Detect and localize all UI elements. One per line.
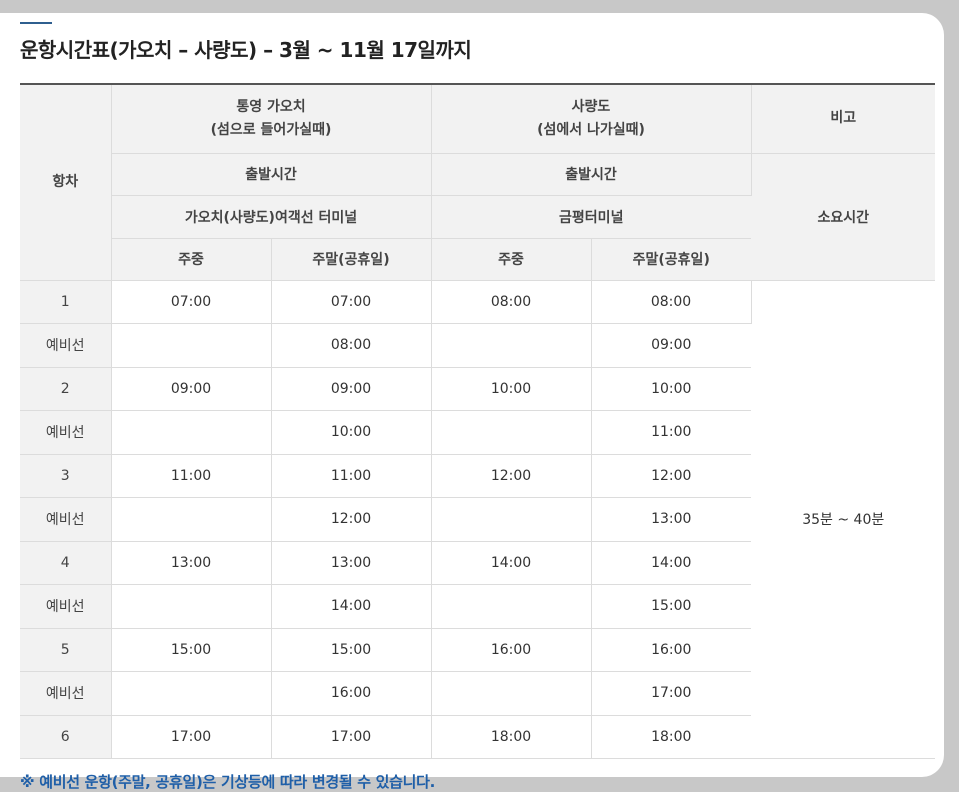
trip-cell: 예비선 — [20, 323, 112, 368]
trip-cell: 3 — [20, 454, 112, 498]
header-origin: 통영 가오치 (섬으로 들어가실때) — [111, 83, 432, 154]
dest-weekend-cell: 11:00 — [591, 410, 751, 455]
header-weekend-left: 주말(공휴일) — [271, 238, 432, 281]
dest-weekend-cell: 17:00 — [591, 671, 751, 716]
origin-weekday-cell — [111, 584, 272, 629]
trip-cell: 5 — [20, 628, 112, 672]
dest-weekday-cell: 10:00 — [431, 367, 592, 411]
content-card: 운항시간표(가오치 – 사량도) – 3월 ~ 11월 17일까지 항차 통영 … — [0, 13, 944, 791]
trip-cell: 4 — [20, 541, 112, 585]
trip-cell: 1 — [20, 280, 112, 324]
origin-weekend-cell: 12:00 — [271, 497, 432, 542]
origin-weekday-cell: 11:00 — [111, 454, 272, 498]
dest-weekend-cell: 08:00 — [591, 280, 752, 324]
dest-weekday-cell: 14:00 — [431, 541, 592, 585]
footnote: ※ 예비선 운항(주말, 공휴일)은 기상등에 따라 변경될 수 있습니다. — [20, 773, 436, 791]
title-accent-line — [20, 22, 52, 24]
dest-weekday-cell — [431, 323, 592, 368]
duration-value-cell: 35분 ~ 40분 — [751, 280, 935, 759]
dest-weekend-cell: 15:00 — [591, 584, 751, 629]
dest-weekday-cell — [431, 410, 592, 455]
origin-weekday-cell — [111, 671, 272, 716]
dest-weekend-cell: 13:00 — [591, 497, 751, 542]
header-remarks: 비고 — [751, 83, 935, 154]
origin-weekday-cell: 17:00 — [111, 715, 272, 759]
dest-weekend-cell: 10:00 — [591, 367, 751, 411]
origin-weekend-cell: 16:00 — [271, 671, 432, 716]
dest-weekday-cell: 08:00 — [431, 280, 592, 324]
trip-cell: 예비선 — [20, 584, 112, 629]
header-dest-sub: (섬에서 나가실때) — [537, 121, 645, 138]
origin-weekday-cell: 09:00 — [111, 367, 272, 411]
trip-cell: 6 — [20, 715, 112, 759]
origin-weekday-cell: 15:00 — [111, 628, 272, 672]
trip-cell: 예비선 — [20, 410, 112, 455]
ferry-schedule-table: 항차 통영 가오치 (섬으로 들어가실때) 사량도 (섬에서 나가실때) 비고 … — [20, 83, 935, 759]
dest-weekday-cell: 16:00 — [431, 628, 592, 672]
header-trip: 항차 — [20, 83, 112, 281]
header-weekday-right: 주중 — [431, 238, 592, 281]
origin-weekday-cell — [111, 410, 272, 455]
origin-weekend-cell: 07:00 — [271, 280, 432, 324]
trip-cell: 2 — [20, 367, 112, 411]
origin-weekend-cell: 09:00 — [271, 367, 432, 411]
dest-weekday-cell — [431, 497, 592, 542]
dest-weekend-cell: 09:00 — [591, 323, 751, 368]
header-dest-name: 사량도 — [571, 98, 611, 115]
trip-cell: 예비선 — [20, 671, 112, 716]
header-terminal-left: 가오치(사량도)여객선 터미널 — [111, 195, 432, 239]
origin-weekday-cell: 13:00 — [111, 541, 272, 585]
dest-weekend-cell: 12:00 — [591, 454, 751, 498]
header-origin-sub: (섬으로 들어가실때) — [210, 121, 332, 138]
dest-weekday-cell — [431, 671, 592, 716]
header-destination: 사량도 (섬에서 나가실때) — [431, 83, 752, 154]
dest-weekday-cell — [431, 584, 592, 629]
origin-weekend-cell: 13:00 — [271, 541, 432, 585]
dest-weekday-cell: 18:00 — [431, 715, 592, 759]
dest-weekend-cell: 14:00 — [591, 541, 751, 585]
header-weekday-left: 주중 — [111, 238, 272, 281]
dest-weekend-cell: 18:00 — [591, 715, 751, 759]
header-duration: 소요시간 — [751, 153, 935, 281]
origin-weekday-cell — [111, 323, 272, 368]
trip-cell: 예비선 — [20, 497, 112, 542]
header-depart-time-left: 출발시간 — [111, 153, 432, 196]
origin-weekday-cell — [111, 497, 272, 542]
page-title: 운항시간표(가오치 – 사량도) – 3월 ~ 11월 17일까지 — [20, 38, 472, 62]
dest-weekday-cell: 12:00 — [431, 454, 592, 498]
table-row: 1 07:00 07:00 08:00 08:00 35분 ~ 40분 — [20, 280, 935, 759]
header-origin-name: 통영 가오치 — [236, 98, 306, 115]
dest-weekend-cell: 16:00 — [591, 628, 751, 672]
header-depart-time-right: 출발시간 — [431, 153, 752, 196]
origin-weekend-cell: 15:00 — [271, 628, 432, 672]
origin-weekday-cell: 07:00 — [111, 280, 272, 324]
origin-weekend-cell: 17:00 — [271, 715, 432, 759]
header-weekend-right: 주말(공휴일) — [591, 238, 751, 281]
header-terminal-right: 금평터미널 — [431, 195, 751, 239]
origin-weekend-cell: 14:00 — [271, 584, 432, 629]
origin-weekend-cell: 08:00 — [271, 323, 432, 368]
origin-weekend-cell: 11:00 — [271, 454, 432, 498]
origin-weekend-cell: 10:00 — [271, 410, 432, 455]
